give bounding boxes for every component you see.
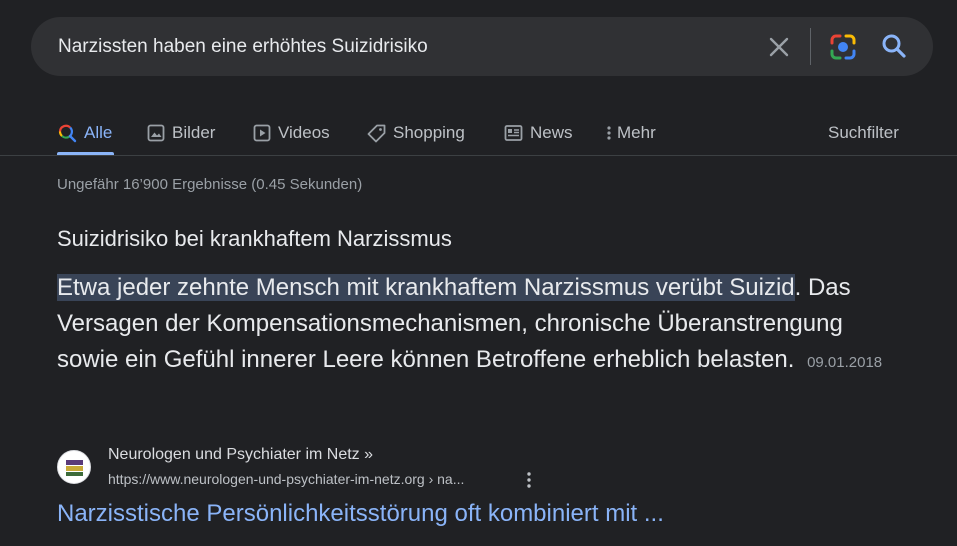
newspaper-icon <box>504 125 523 141</box>
tab-label: Mehr <box>617 123 656 142</box>
play-icon <box>253 124 271 142</box>
search-bar[interactable]: Narzissten haben eine erhöhtes Suizidris… <box>31 17 933 76</box>
search-button[interactable] <box>879 31 909 61</box>
tab-mehr[interactable]: Mehr <box>606 116 656 150</box>
search-input[interactable]: Narzissten haben eine erhöhtes Suizidris… <box>58 36 428 58</box>
result-options-button[interactable] <box>521 469 537 491</box>
result-title-link[interactable]: Narzisstische Persönlichkeitsstörung oft… <box>57 500 664 528</box>
lens-button[interactable] <box>828 32 858 62</box>
tab-label: News <box>530 123 573 142</box>
tab-alle[interactable]: Alle <box>57 116 112 150</box>
site-url[interactable]: https://www.neurologen-und-psychiater-im… <box>108 471 464 487</box>
tab-label: Shopping <box>393 123 465 142</box>
search-divider <box>810 28 811 65</box>
more-vert-icon <box>527 472 531 488</box>
tab-shopping[interactable]: Shopping <box>367 116 465 150</box>
search-filter-button[interactable]: Suchfilter <box>828 116 899 150</box>
result-stats: Ungefähr 16’900 Ergebnisse (0.45 Sekunde… <box>57 176 363 193</box>
tabs-divider <box>0 155 957 156</box>
camera-lens-icon <box>830 34 856 60</box>
snippet-highlight: Etwa jeder zehnte Mensch mit krankhaftem… <box>57 274 795 301</box>
filter-label: Suchfilter <box>828 123 899 142</box>
close-icon <box>769 37 789 57</box>
tab-videos[interactable]: Videos <box>253 116 330 150</box>
search-tabs: Alle Bilder Videos Shopping News Mehr Su… <box>0 110 957 156</box>
site-name[interactable]: Neurologen und Psychiater im Netz » <box>108 446 373 464</box>
snippet-date: 09.01.2018 <box>807 354 883 371</box>
tab-label: Alle <box>84 123 113 142</box>
search-icon <box>882 34 906 58</box>
tab-news[interactable]: News <box>504 116 573 150</box>
site-favicon <box>57 450 91 484</box>
tag-icon <box>367 124 386 142</box>
tab-label: Bilder <box>172 123 216 142</box>
tab-label: Videos <box>278 123 330 142</box>
featured-snippet-title: Suizidrisiko bei krankhaftem Narzissmus <box>57 226 452 251</box>
source-block[interactable]: Neurologen und Psychiater im Netz » http… <box>57 444 557 496</box>
image-icon <box>147 124 165 142</box>
tab-bilder[interactable]: Bilder <box>147 116 215 150</box>
more-vert-icon <box>607 126 611 140</box>
clear-button[interactable] <box>765 33 793 61</box>
featured-snippet-text: Etwa jeder zehnte Mensch mit krankhaftem… <box>57 270 887 381</box>
search-icon <box>58 124 77 143</box>
